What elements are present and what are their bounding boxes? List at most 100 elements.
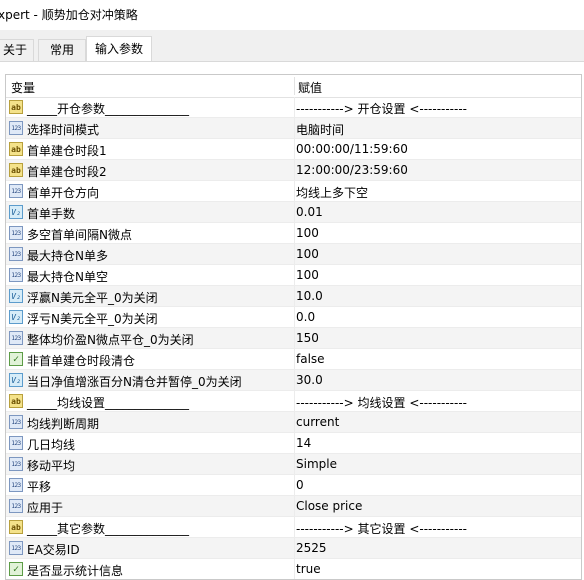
parameter-row[interactable]: 123 移动平均 Simple bbox=[6, 454, 581, 475]
parameter-value[interactable]: 150 bbox=[296, 331, 319, 345]
parameter-row[interactable]: 123 首单开仓方向 均线上多下空 bbox=[6, 181, 581, 202]
integer-type-icon: 123 bbox=[9, 457, 23, 471]
parameter-row[interactable]: 123 均线判断周期 current bbox=[6, 412, 581, 433]
boolean-type-icon: ✓ bbox=[9, 562, 23, 576]
parameter-value[interactable]: current bbox=[296, 415, 339, 429]
parameter-row[interactable]: 123 多空首单间隔N微点 100 bbox=[6, 223, 581, 244]
parameter-value[interactable]: 00:00:00/11:59:60 bbox=[296, 142, 408, 156]
cell-divider bbox=[294, 97, 295, 117]
cell-divider bbox=[294, 412, 295, 432]
integer-type-icon: 123 bbox=[9, 436, 23, 450]
parameter-name: 最大持仓N单空 bbox=[27, 270, 108, 284]
parameter-row[interactable]: 123 最大持仓N单空 100 bbox=[6, 265, 581, 286]
parameter-value[interactable]: -----------> 均线设置 <----------- bbox=[296, 394, 467, 411]
cell-divider bbox=[294, 559, 295, 579]
grid-header: 变量 赋值 bbox=[6, 75, 581, 98]
string-type-icon: ab bbox=[9, 520, 23, 534]
integer-type-icon: 123 bbox=[9, 268, 23, 282]
parameter-row[interactable]: 123 EA交易ID 2525 bbox=[6, 538, 581, 559]
parameter-row[interactable]: V₂ 浮赢N美元全平_0为关闭 10.0 bbox=[6, 286, 581, 307]
cell-divider bbox=[294, 370, 295, 390]
parameter-row[interactable]: V₂ 首单手数 0.01 bbox=[6, 202, 581, 223]
parameter-value[interactable]: 0 bbox=[296, 478, 304, 492]
parameter-row[interactable]: ab _____其它参数______________ -----------> 其它… bbox=[6, 517, 581, 538]
tab-inputs[interactable]: 输入参数 bbox=[86, 36, 152, 62]
parameter-row[interactable]: ✓ 非首单建仓时段清仓 false bbox=[6, 349, 581, 370]
cell-divider bbox=[294, 286, 295, 306]
cell-divider bbox=[294, 496, 295, 516]
tab-about[interactable]: 关于 bbox=[0, 39, 34, 61]
parameter-value[interactable]: 100 bbox=[296, 226, 319, 240]
integer-type-icon: 123 bbox=[9, 331, 23, 345]
parameter-row[interactable]: 123 应用于 Close price bbox=[6, 496, 581, 517]
integer-type-icon: 123 bbox=[9, 184, 23, 198]
cell-divider bbox=[294, 391, 295, 411]
column-header-value[interactable]: 赋值 bbox=[298, 79, 322, 96]
parameter-value[interactable]: 2525 bbox=[296, 541, 327, 555]
parameter-name: 首单开仓方向 bbox=[27, 186, 100, 200]
parameter-value[interactable]: 电脑时间 bbox=[296, 121, 344, 138]
parameter-row[interactable]: 123 平移 0 bbox=[6, 475, 581, 496]
parameter-row[interactable]: V₂ 浮亏N美元全平_0为关闭 0.0 bbox=[6, 307, 581, 328]
parameter-row[interactable]: ✓ 是否显示统计信息 true bbox=[6, 559, 581, 579]
parameter-name: 首单建仓时段1 bbox=[27, 144, 107, 158]
boolean-type-icon: ✓ bbox=[9, 352, 23, 366]
integer-type-icon: 123 bbox=[9, 226, 23, 240]
cell-divider bbox=[294, 160, 295, 180]
parameter-row[interactable]: 123 整体均价盈N微点平仓_0为关闭 150 bbox=[6, 328, 581, 349]
column-header-variable[interactable]: 变量 bbox=[11, 79, 35, 96]
parameter-value[interactable]: -----------> 其它设置 <----------- bbox=[296, 520, 467, 537]
integer-type-icon: 123 bbox=[9, 478, 23, 492]
parameter-name: _____均线设置______________ bbox=[27, 396, 190, 410]
parameter-row[interactable]: ab 首单建仓时段2 12:00:00/23:59:60 bbox=[6, 160, 581, 181]
cell-divider bbox=[294, 538, 295, 558]
parameter-value[interactable]: 12:00:00/23:59:60 bbox=[296, 163, 408, 177]
cell-divider bbox=[294, 475, 295, 495]
integer-type-icon: 123 bbox=[9, 415, 23, 429]
parameter-row[interactable]: ab _____均线设置______________ -----------> 均线… bbox=[6, 391, 581, 412]
integer-type-icon: 123 bbox=[9, 541, 23, 555]
tab-bar: 关于 常用 输入参数 bbox=[0, 36, 584, 62]
parameter-row[interactable]: V₂ 当日净值增涨百分N清仓并暂停_0为关闭 30.0 bbox=[6, 370, 581, 391]
column-separator[interactable] bbox=[294, 77, 295, 95]
parameter-row[interactable]: 123 最大持仓N单多 100 bbox=[6, 244, 581, 265]
tab-common[interactable]: 常用 bbox=[38, 39, 86, 61]
integer-type-icon: 123 bbox=[9, 499, 23, 513]
parameter-row[interactable]: ab 首单建仓时段1 00:00:00/11:59:60 bbox=[6, 139, 581, 160]
parameter-value[interactable]: 30.0 bbox=[296, 373, 323, 387]
parameter-name: 选择时间模式 bbox=[27, 123, 100, 137]
parameter-value[interactable]: 100 bbox=[296, 247, 319, 261]
parameter-name: EA交易ID bbox=[27, 543, 80, 557]
parameter-name: 均线判断周期 bbox=[27, 417, 100, 431]
double-type-icon: V₂ bbox=[9, 289, 23, 303]
parameters-grid[interactable]: 变量 赋值 ab _____开仓参数______________ ---------… bbox=[5, 74, 582, 580]
parameter-row[interactable]: ab _____开仓参数______________ -----------> 开仓… bbox=[6, 97, 581, 118]
string-type-icon: ab bbox=[9, 163, 23, 177]
parameter-value[interactable]: 0.01 bbox=[296, 205, 323, 219]
string-type-icon: ab bbox=[9, 142, 23, 156]
parameter-name: 当日净值增涨百分N清仓并暂停_0为关闭 bbox=[27, 375, 242, 389]
title-bar: xpert - 顺势加仓对冲策略 bbox=[0, 0, 584, 30]
parameter-value[interactable]: 14 bbox=[296, 436, 311, 450]
parameter-value[interactable]: true bbox=[296, 562, 321, 576]
parameter-value[interactable]: 0.0 bbox=[296, 310, 315, 324]
parameter-value[interactable]: -----------> 开仓设置 <----------- bbox=[296, 100, 467, 117]
parameter-name: 整体均价盈N微点平仓_0为关闭 bbox=[27, 333, 194, 347]
parameter-value[interactable]: false bbox=[296, 352, 325, 366]
cell-divider bbox=[294, 244, 295, 264]
parameter-name: _____其它参数______________ bbox=[27, 522, 190, 536]
parameter-name: 平移 bbox=[27, 480, 52, 494]
parameter-row[interactable]: 123 选择时间模式 电脑时间 bbox=[6, 118, 581, 139]
string-type-icon: ab bbox=[9, 100, 23, 114]
string-type-icon: ab bbox=[9, 394, 23, 408]
parameter-name: 首单手数 bbox=[27, 207, 76, 221]
parameter-name: 应用于 bbox=[27, 501, 64, 515]
cell-divider bbox=[294, 433, 295, 453]
parameter-value[interactable]: Close price bbox=[296, 499, 362, 513]
parameter-value[interactable]: Simple bbox=[296, 457, 337, 471]
parameter-name: 移动平均 bbox=[27, 459, 76, 473]
parameter-value[interactable]: 10.0 bbox=[296, 289, 323, 303]
parameter-value[interactable]: 100 bbox=[296, 268, 319, 282]
parameter-value[interactable]: 均线上多下空 bbox=[296, 184, 368, 201]
parameter-row[interactable]: 123 几日均线 14 bbox=[6, 433, 581, 454]
